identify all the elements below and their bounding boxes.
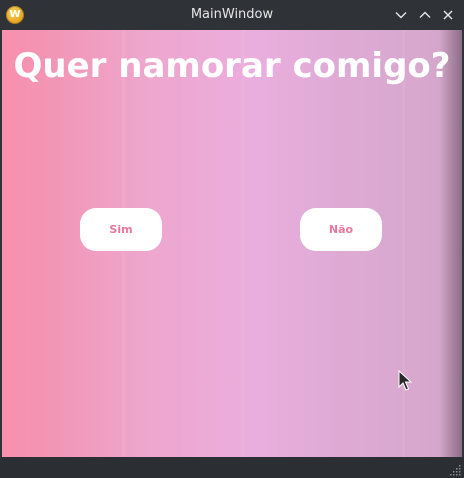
main-content: Quer namorar comigo? Sim Não [2, 30, 462, 457]
close-icon [443, 10, 453, 20]
main-window: W MainWindow Quer namorar comigo? Sim Nã… [0, 0, 464, 478]
app-icon-letter: W [9, 9, 21, 20]
chevron-up-icon [419, 11, 431, 18]
gradient-band [242, 30, 245, 457]
resize-grip-icon[interactable] [450, 464, 462, 476]
no-button-label: Não [328, 223, 354, 236]
mouse-pointer-icon [398, 370, 412, 391]
minimize-button[interactable] [391, 5, 411, 25]
page-title: Quer namorar comigo? [13, 46, 451, 86]
no-button[interactable]: Não [300, 208, 382, 251]
status-bar [0, 457, 464, 478]
title-bar[interactable]: W MainWindow [0, 0, 464, 30]
yes-button-label: Sim [109, 223, 133, 236]
app-icon[interactable]: W [6, 6, 24, 24]
chevron-down-icon [395, 12, 407, 19]
gradient-band [402, 30, 405, 457]
yes-button[interactable]: Sim [80, 208, 162, 251]
close-button[interactable] [438, 5, 458, 25]
maximize-button[interactable] [415, 5, 435, 25]
